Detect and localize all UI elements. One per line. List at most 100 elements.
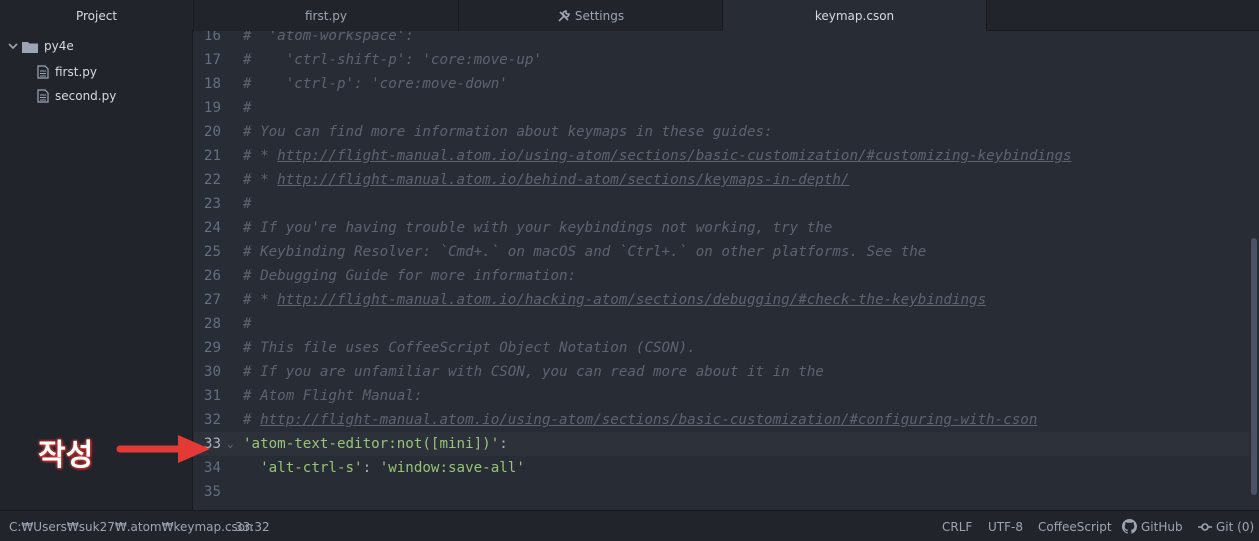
code-line[interactable]: 19 #: [194, 96, 1249, 120]
tab-keymap-cson[interactable]: keymap.cson: [723, 0, 987, 31]
line-number: 18: [203, 76, 221, 92]
code-line[interactable]: 18 # 'ctrl-p': 'core:move-down': [194, 72, 1249, 96]
tab-first-py[interactable]: first.py: [194, 0, 459, 31]
comment-text: # This file uses CoffeeScript Object Not…: [243, 340, 696, 356]
tab-label: keymap.cson: [814, 8, 895, 23]
scrollbar-thumb[interactable]: [1251, 238, 1257, 495]
code-text: # You can find more information about ke…: [243, 120, 773, 144]
code-line[interactable]: 31 # Atom Flight Manual:: [194, 384, 1249, 408]
line-number: 26: [203, 268, 221, 284]
code-line[interactable]: 16 # 'atom-workspace':: [194, 31, 1249, 48]
comment-text: # 'atom-workspace':: [243, 31, 414, 44]
line-number: 17: [203, 52, 221, 68]
code-text: # Atom Flight Manual:: [243, 384, 422, 408]
code-text: 'alt-ctrl-s': 'window:save-all': [243, 456, 525, 480]
status-file-path[interactable]: C:₩Users₩suk27₩.atom₩keymap.cson: [9, 511, 253, 541]
code-text: 'atom-text-editor:not([mini])':: [243, 432, 508, 456]
code-line[interactable]: 20 # You can find more information about …: [194, 120, 1249, 144]
tab-label: Settings: [574, 8, 625, 23]
tree-file-second-py[interactable]: second.py: [37, 85, 116, 107]
code-editor[interactable]: 16 # 'atom-workspace': 17 # 'ctrl-shift-p':…: [194, 31, 1259, 510]
code-line[interactable]: 28 #: [194, 312, 1249, 336]
tab-project[interactable]: Project: [0, 0, 194, 31]
comment-text: # Keybinding Resolver: `Cmd+.` on macOS …: [243, 244, 927, 260]
code-line[interactable]: 33 ⌄'atom-text-editor:not([mini])':: [194, 432, 1249, 456]
status-cursor-position[interactable]: 33:32: [235, 511, 270, 541]
code-line[interactable]: 26 # Debugging Guide for more information…: [194, 264, 1249, 288]
line-number: 31: [203, 388, 221, 404]
tab-label: first.py: [305, 8, 347, 23]
code-line[interactable]: 24 # If you're having trouble with your k…: [194, 216, 1249, 240]
comment-text: #: [243, 100, 252, 116]
comment-link[interactable]: http://flight-manual.atom.io/hacking-ato…: [277, 292, 986, 308]
github-icon: [1122, 519, 1137, 534]
comment-text: # 'ctrl-shift-p': 'core:move-up': [243, 52, 542, 68]
tab-settings[interactable]: Settings: [459, 0, 723, 31]
github-label: GitHub: [1141, 519, 1183, 534]
code-line[interactable]: 34 'alt-ctrl-s': 'window:save-all': [194, 456, 1249, 480]
git-label: Git (0): [1216, 519, 1255, 534]
status-encoding[interactable]: UTF-8: [988, 511, 1023, 541]
chevron-down-icon: [8, 43, 18, 50]
status-grammar[interactable]: CoffeeScript: [1038, 511, 1112, 541]
code-text: # Debugging Guide for more information:: [243, 264, 576, 288]
comment-text: # 'ctrl-p': 'core:move-down': [243, 76, 508, 92]
fold-chevron-icon[interactable]: ⌄: [227, 432, 234, 456]
code-line[interactable]: 23 #: [194, 192, 1249, 216]
code-text: #: [243, 192, 252, 216]
line-number: 27: [203, 292, 221, 308]
status-git[interactable]: Git (0): [1198, 511, 1254, 541]
comment-text: # If you are unfamiliar with CSON, you c…: [243, 364, 824, 380]
comment-text: # Atom Flight Manual:: [243, 388, 423, 404]
status-github[interactable]: GitHub: [1122, 511, 1183, 541]
line-number: 25: [203, 244, 221, 260]
code-line[interactable]: 27 # * http://flight-manual.atom.io/hacki…: [194, 288, 1249, 312]
tools-icon: [558, 9, 570, 22]
code-text: # 'ctrl-p': 'core:move-down': [243, 72, 508, 96]
status-bar: C:₩Users₩suk27₩.atom₩keymap.cson 33:32 C…: [0, 510, 1259, 541]
comment-link[interactable]: http://flight-manual.atom.io/using-atom/…: [277, 148, 1071, 164]
file-label: first.py: [55, 65, 97, 79]
code-line[interactable]: 25 # Keybinding Resolver: `Cmd+.` on macO…: [194, 240, 1249, 264]
line-number: 22: [203, 172, 221, 188]
code-line[interactable]: 35: [194, 480, 1249, 504]
line-number: 20: [203, 124, 221, 140]
comment-text: # *: [243, 172, 278, 188]
status-line-ending[interactable]: CRLF: [942, 511, 972, 541]
line-number: 32: [203, 412, 221, 428]
code-text: # This file uses CoffeeScript Object Not…: [243, 336, 696, 360]
code-text: # If you're having trouble with your key…: [243, 216, 832, 240]
annotation-label: 작성: [38, 438, 94, 473]
line-number: 30: [203, 364, 221, 380]
code-line[interactable]: 30 # If you are unfamiliar with CSON, you…: [194, 360, 1249, 384]
tab-bar: Project first.py Settings keymap.cson: [0, 0, 1259, 31]
comment-text: #: [243, 196, 252, 212]
code-text: # 'atom-workspace':: [243, 31, 414, 48]
tree-folder-py4e[interactable]: py4e: [8, 35, 74, 57]
tab-label: Project: [75, 8, 118, 23]
line-number: 24: [203, 220, 221, 236]
code-line[interactable]: 22 # * http://flight-manual.atom.io/behin…: [194, 168, 1249, 192]
folder-label: py4e: [44, 39, 74, 53]
comment-link[interactable]: http://flight-manual.atom.io/behind-atom…: [277, 172, 849, 188]
code-text: # Keybinding Resolver: `Cmd+.` on macOS …: [243, 240, 926, 264]
line-number: 28: [203, 316, 221, 332]
comment-text: # *: [243, 148, 278, 164]
code-line[interactable]: 21 # * http://flight-manual.atom.io/using…: [194, 144, 1249, 168]
string-token: 'window:save-all': [379, 460, 525, 476]
folder-icon: [22, 41, 38, 53]
code-text: # * http://flight-manual.atom.io/behind-…: [243, 168, 849, 192]
code-text: #: [243, 96, 252, 120]
vertical-scrollbar[interactable]: [1249, 31, 1259, 510]
code-line[interactable]: 29 # This file uses CoffeeScript Object N…: [194, 336, 1249, 360]
comment-text: #: [243, 316, 252, 332]
code-text: # http://flight-manual.atom.io/using-ato…: [243, 408, 1037, 432]
code-line[interactable]: 32 # http://flight-manual.atom.io/using-a…: [194, 408, 1249, 432]
comment-link[interactable]: http://flight-manual.atom.io/using-atom/…: [260, 412, 1037, 428]
line-number: 23: [203, 196, 221, 212]
code-line[interactable]: 17 # 'ctrl-shift-p': 'core:move-up': [194, 48, 1249, 72]
string-token: 'atom-text-editor:not([mini])': [243, 436, 500, 452]
arrow-right-icon: [116, 435, 210, 463]
comment-text: # Debugging Guide for more information:: [243, 268, 577, 284]
tree-file-first-py[interactable]: first.py: [37, 61, 97, 83]
